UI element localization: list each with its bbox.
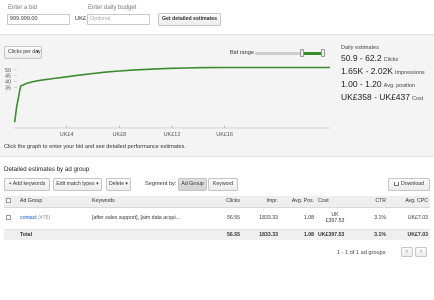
chevron-down-icon: ▾ [36, 49, 39, 55]
graph-hint: Click the graph to enter your bid and se… [4, 144, 186, 150]
segment-label: Segment by: [145, 181, 177, 187]
x-tick-label: UK£12 [164, 132, 181, 138]
divider [0, 156, 434, 157]
table-row: contact (#75) [after sales support], [ai… [4, 207, 430, 230]
total-avg-cpc: UK£7.03 [388, 229, 430, 240]
bid-input[interactable]: 999.999.00 [7, 14, 70, 25]
section-heading: Detailed estimates by ad group [4, 166, 90, 173]
total-spacer [4, 229, 18, 240]
estimate-value: UK£358 - UK£437 [341, 92, 410, 102]
estimate-label: Cost [412, 96, 424, 102]
prev-page-button[interactable]: ‹ [401, 247, 413, 257]
estimate-label: Impressions [394, 70, 425, 76]
clicks-cell: 56.55 [196, 207, 242, 230]
clicks-chart-svg[interactable]: 50454035UK£4 UK£8 UK£12 UK£16 [4, 62, 332, 142]
ad-group-link[interactable]: contact [20, 215, 37, 221]
estimate-label: Clicks [383, 57, 399, 63]
total-ctr: 3.1% [354, 229, 388, 240]
column-header[interactable]: Avg. CPC [388, 196, 430, 208]
total-avg-pos: 1.08 [280, 229, 316, 240]
segment-ad-group-button[interactable]: Ad Group [178, 178, 207, 191]
bid-range-handle-max[interactable] [320, 49, 325, 57]
column-header[interactable]: Ad Group [18, 196, 90, 208]
clicks-chart[interactable]: 50 45 40 35 UK£4 UK£8 UK£12 UK£16 [4, 62, 332, 142]
estimate-cost: UK£358 - UK£437 Cost [341, 92, 423, 102]
cost-cell: UK £397.53 [316, 207, 354, 230]
column-header[interactable]: CTR [354, 196, 388, 208]
total-label: Total [18, 229, 90, 240]
y-tick-label: 35 [5, 85, 11, 91]
get-detailed-estimates-button[interactable]: Get detailed estimates [158, 13, 221, 26]
cost-line-2: £397.53 [325, 218, 345, 224]
total-impressions: 1833.33 [242, 229, 280, 240]
total-keywords-cell [90, 229, 196, 240]
select-all-cell [4, 196, 18, 208]
edit-match-types-button[interactable]: Edit match types ▾ [53, 178, 102, 191]
column-header[interactable]: Impr. [242, 196, 280, 208]
estimate-value: 1.00 - 1.20 [341, 79, 382, 89]
download-button[interactable]: Download [388, 178, 430, 191]
impressions-cell: 1833.33 [242, 207, 280, 230]
estimates-table: Ad Group Keywords Clicks Impr. Avg. Pos.… [4, 196, 430, 240]
x-tick-label: UK£4 [60, 132, 74, 138]
ad-group-count: (#75) [38, 215, 51, 221]
pagination-text: 1 - 1 of 1 ad groups [337, 250, 386, 256]
estimate-clicks: 50.9 - 62.2 Clicks [341, 53, 398, 63]
total-cost: UK£397.53 [316, 229, 354, 240]
estimate-value: 50.9 - 62.2 [341, 53, 382, 63]
estimate-avg-position: 1.00 - 1.20 Avg. position [341, 79, 415, 89]
clicks-series-line [13, 66, 330, 123]
divider [0, 34, 434, 35]
total-row: Total 56.55 1833.33 1.08 UK£397.53 3.1% … [4, 229, 430, 240]
segment-keyword-button[interactable]: Keyword [208, 178, 238, 191]
daily-estimates-title: Daily estimates [341, 45, 379, 51]
row-checkbox[interactable] [6, 215, 11, 221]
column-header[interactable]: Keywords [90, 196, 196, 208]
bid-range-label: Bid range [230, 50, 254, 56]
ad-group-cell: contact (#75) [18, 207, 90, 230]
chevron-right-icon: › [420, 249, 422, 255]
row-checkbox-cell [4, 207, 18, 230]
metric-select[interactable]: Clicks per day ▾ [4, 46, 42, 59]
column-header[interactable]: Avg. Pos. [280, 196, 316, 208]
total-clicks: 56.55 [196, 229, 242, 240]
estimate-value: 1.65K - 2.02K [341, 66, 393, 76]
keywords-cell: [after sales support], [aim data acqui..… [90, 207, 196, 230]
delete-button[interactable]: Delete ▾ [106, 178, 131, 191]
estimate-impressions: 1.65K - 2.02K Impressions [341, 66, 425, 76]
download-label: Download [400, 181, 425, 187]
bid-range-fill [301, 52, 323, 55]
x-tick-label: UK£8 [112, 132, 126, 138]
bid-range-handle-min[interactable] [299, 49, 304, 57]
next-page-button[interactable]: › [415, 247, 427, 257]
column-header[interactable]: Cost [316, 196, 354, 208]
estimate-label: Avg. position [383, 83, 416, 89]
avg-cpc-cell: UK£7.03 [388, 207, 430, 230]
column-header[interactable]: Clicks [196, 196, 242, 208]
currency-label: UK£ [75, 16, 87, 22]
bid-label: Enter a bid [8, 5, 38, 11]
budget-label: Enter daily budget [88, 5, 137, 11]
chevron-left-icon: ‹ [406, 249, 408, 255]
ctr-cell: 3.1% [354, 207, 388, 230]
add-keywords-button[interactable]: + Add keywords [4, 178, 50, 191]
x-tick-label: UK£16 [216, 132, 233, 138]
avg-pos-cell: 1.08 [280, 207, 316, 230]
daily-budget-input[interactable]: Optional [87, 14, 150, 25]
select-all-checkbox[interactable] [6, 198, 11, 204]
table-header-row: Ad Group Keywords Clicks Impr. Avg. Pos.… [4, 196, 430, 208]
download-icon [393, 181, 399, 186]
